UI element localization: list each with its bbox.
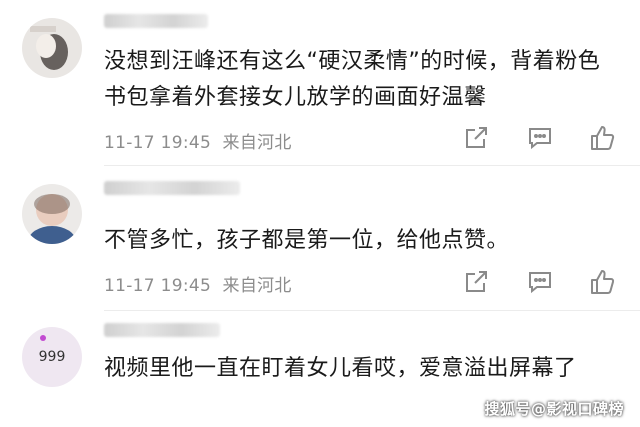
avatar-label: 999 <box>38 349 66 365</box>
comment-icon[interactable] <box>526 268 554 296</box>
comment-item: 没想到汪峰还有这么“硬汉柔情”的时候，背着粉色书包拿着外套接女儿放学的画面好温馨… <box>0 0 640 166</box>
comment-time: 11-17 19:45 <box>104 133 212 153</box>
thumbs-up-icon[interactable] <box>588 124 616 152</box>
username-blurred[interactable] <box>104 323 220 337</box>
comment-text: 视频里他一直在盯着女儿看哎，爱意溢出屏幕了 <box>104 356 577 381</box>
comment-meta: 11-17 19:45 来自河北 <box>104 128 292 153</box>
comment-location: 来自河北 <box>222 276 292 296</box>
watermark: 搜狐号@影视口碑榜 <box>484 400 624 418</box>
comment-meta: 11-17 19:45 来自河北 <box>104 271 292 296</box>
comment-text: 没想到汪峰还有这么“硬汉柔情”的时候，背着粉色书包拿着外套接女儿放学的画面好温馨 <box>104 49 601 110</box>
comment-time: 11-17 19:45 <box>104 276 212 296</box>
comment-location: 来自河北 <box>222 133 292 153</box>
thumbs-up-icon[interactable] <box>588 268 616 296</box>
avatar[interactable] <box>22 18 82 78</box>
comment-item: 不管多忙，孩子都是第一位，给他点赞。 11-17 19:45 来自河北 <box>0 166 640 311</box>
share-icon[interactable] <box>462 124 490 152</box>
username-blurred[interactable] <box>104 14 208 28</box>
comment-icon[interactable] <box>526 124 554 152</box>
username-blurred[interactable] <box>104 181 240 195</box>
avatar[interactable] <box>22 184 82 244</box>
comment-text: 不管多忙，孩子都是第一位，给他点赞。 <box>104 228 510 253</box>
avatar[interactable]: 999 <box>22 327 82 387</box>
share-icon[interactable] <box>462 268 490 296</box>
